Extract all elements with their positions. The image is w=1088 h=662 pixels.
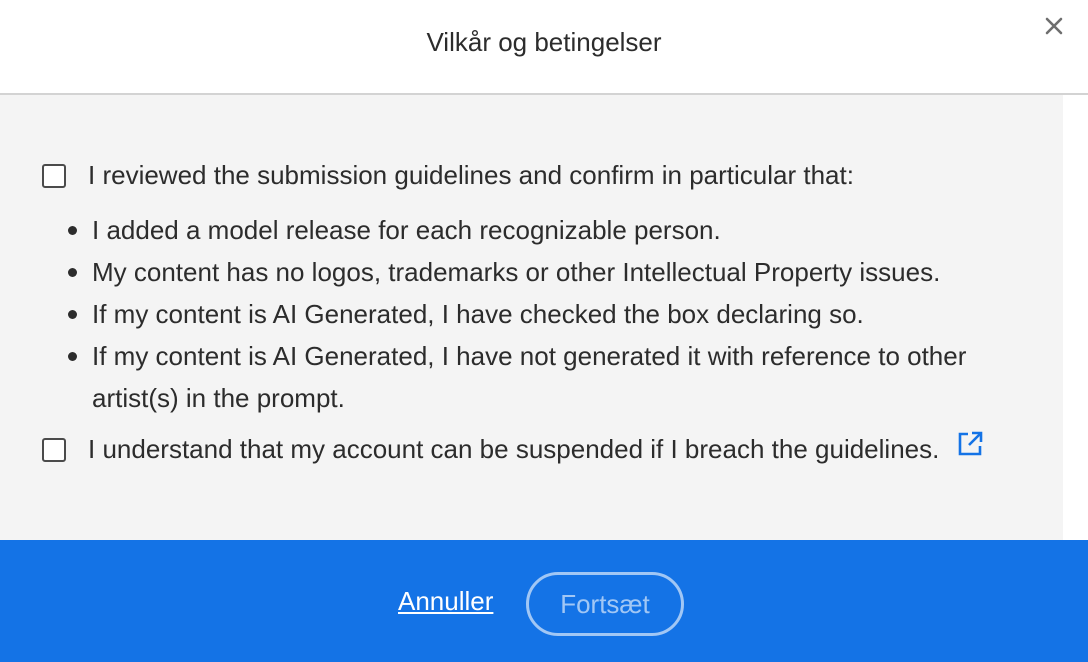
suspension-row[interactable]: I understand that my account can be susp…	[42, 434, 939, 465]
suspension-checkbox[interactable]	[42, 437, 66, 462]
list-item: My content has no logos, trademarks or o…	[68, 251, 972, 293]
guidelines-checkbox-label: I reviewed the submission guidelines and…	[88, 160, 854, 190]
terms-dialog: Vilkår og betingelser I reviewed the sub…	[0, 0, 1088, 662]
list-item: If my content is AI Generated, I have no…	[68, 335, 972, 419]
bullet-icon	[68, 226, 77, 235]
external-link-button[interactable]	[956, 430, 984, 458]
continue-button[interactable]: Fortsæt	[526, 572, 684, 636]
list-item: If my content is AI Generated, I have ch…	[68, 293, 972, 335]
bullet-icon	[68, 310, 77, 319]
close-icon	[1045, 17, 1063, 35]
guidelines-checkbox[interactable]	[42, 163, 66, 188]
cancel-link[interactable]: Annuller	[398, 586, 493, 617]
guidelines-row[interactable]: I reviewed the submission guidelines and…	[42, 160, 854, 191]
external-link-icon	[958, 431, 983, 456]
suspension-checkbox-label: I understand that my account can be susp…	[88, 434, 940, 464]
scrollbar-track[interactable]	[1063, 95, 1088, 540]
list-item: I added a model release for each recogni…	[68, 209, 972, 251]
bullet-icon	[68, 352, 77, 361]
dialog-title: Vilkår og betingelser	[426, 27, 662, 57]
dialog-header: Vilkår og betingelser	[0, 0, 1088, 95]
bullet-icon	[68, 268, 77, 277]
close-button[interactable]	[1040, 12, 1068, 40]
guidelines-list: I added a model release for each recogni…	[68, 209, 972, 419]
